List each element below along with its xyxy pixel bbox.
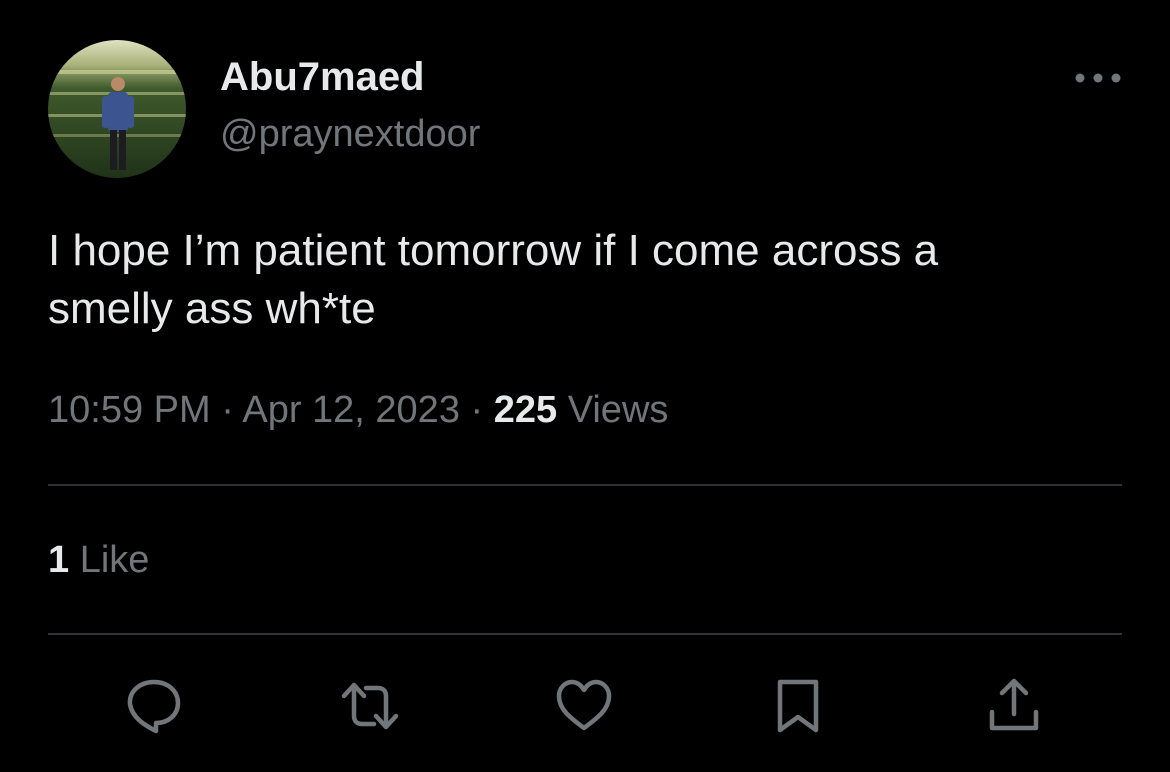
tweet-date[interactable]: Apr 12, 2023: [242, 389, 460, 431]
more-icon: [1075, 73, 1121, 83]
more-options-button[interactable]: [1070, 60, 1126, 96]
tweet-text: I hope I’m patient tomorrow if I come ac…: [48, 226, 939, 333]
reply-icon: [127, 679, 181, 734]
share-button[interactable]: [984, 676, 1044, 736]
heart-icon: [556, 679, 612, 731]
meta-separator: ·: [470, 389, 484, 431]
views-label: Views: [567, 389, 669, 431]
tweet-detail: Abu7maed @praynextdoor I hope I’m patien…: [0, 0, 1170, 772]
like-button[interactable]: [554, 676, 614, 736]
likes-count: 1: [48, 539, 70, 581]
tweet-time[interactable]: 10:59 PM: [48, 389, 211, 431]
bookmark-icon: [777, 679, 819, 733]
reply-button[interactable]: [124, 676, 184, 736]
retweet-button[interactable]: [340, 676, 400, 736]
avatar-photo: [48, 40, 186, 178]
author-display-name[interactable]: Abu7maed: [220, 54, 425, 100]
bookmark-button[interactable]: [768, 676, 828, 736]
views-count: 225: [493, 389, 558, 431]
retweet-icon: [341, 682, 399, 730]
likes-label: Like: [79, 539, 150, 581]
divider: [48, 484, 1122, 486]
meta-separator: ·: [221, 389, 234, 431]
avatar[interactable]: [48, 40, 186, 178]
likes-link[interactable]: 1 Like: [48, 538, 149, 582]
divider: [48, 633, 1122, 635]
share-icon: [989, 678, 1039, 731]
tweet-meta: 10:59 PM · Apr 12, 2023 · 225 Views: [48, 388, 668, 432]
author-handle[interactable]: @praynextdoor: [220, 112, 480, 156]
